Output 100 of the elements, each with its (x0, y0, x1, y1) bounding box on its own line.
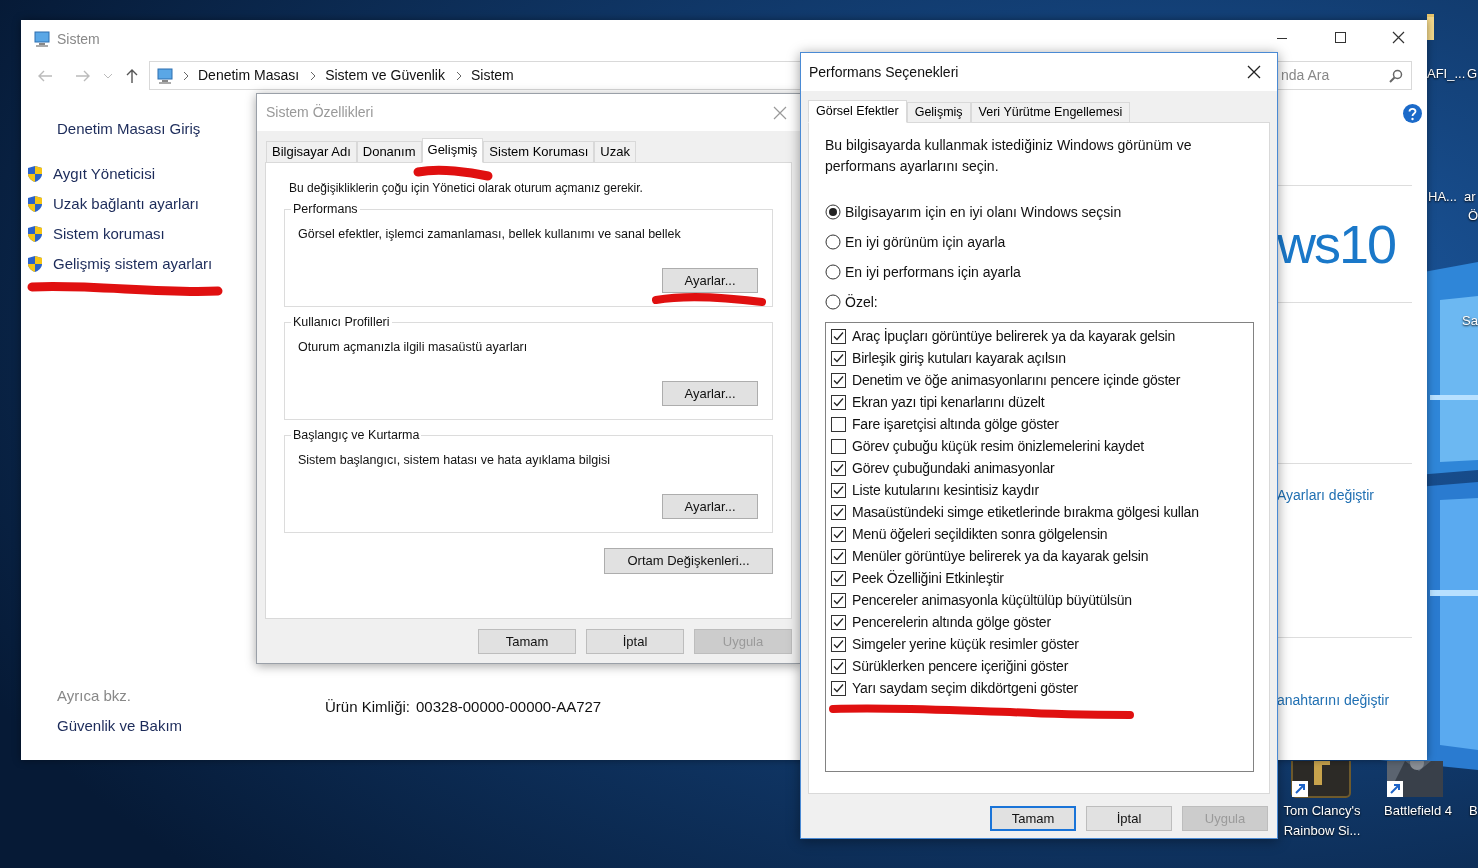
checkbox[interactable] (831, 416, 846, 432)
desktop-icon-label[interactable]: Tom Clancy's Rainbow Si... (1278, 801, 1366, 841)
logo-text: ws10 (1277, 214, 1396, 274)
checkbox-label: Görev çubuğundaki animasyonlar (852, 458, 1055, 478)
checkbox-label: Görev çubuğu küçük resim önizlemelerini kaydet (852, 436, 1144, 456)
checkbox[interactable] (831, 394, 846, 410)
note-text: Bu değişikliklerin çoğu için Yönetici olarak oturum açmanız gerekir. (289, 180, 643, 196)
tab[interactable]: Gelişmiş (421, 138, 484, 163)
close-icon[interactable] (1247, 65, 1261, 79)
sidebar-link[interactable]: Sistem koruması (53, 222, 165, 246)
settings-link[interactable]: Ayarları değiştir (1277, 485, 1374, 505)
chevron-right-icon (309, 70, 318, 81)
settings-button[interactable]: Ayarlar... (662, 494, 758, 519)
dialog-button[interactable]: Tamam (478, 629, 576, 654)
radio-label: Özel: (845, 292, 878, 312)
radio-button[interactable] (825, 294, 841, 310)
radio-button[interactable] (825, 234, 841, 250)
intro-text: Bu bilgisayarda kullanmak istediğiniz Windows görünüm ve performans ayarlarını seçin. (825, 136, 1193, 176)
checkbox[interactable] (831, 372, 846, 388)
checkbox[interactable] (831, 570, 846, 586)
tab[interactable]: Uzak (594, 141, 636, 162)
checkbox[interactable] (831, 548, 846, 564)
checkbox-label: Simgeler yerine küçük resimler göster (852, 634, 1079, 654)
settings-button[interactable]: Ayarlar... (662, 268, 758, 293)
desktop-icon-label[interactable]: ar (1464, 187, 1476, 207)
product-key-link[interactable]: anahtarını değiştir (1277, 692, 1390, 708)
breadcrumb-item[interactable]: Denetim Masası (198, 65, 300, 86)
description-text: Oturum açmanızla ilgili masaüstü ayarları (298, 339, 528, 355)
checkbox-label: Liste kutularını kesintisiz kaydır (852, 480, 1039, 500)
desktop-icon-label[interactable]: Battlefield 4 (1373, 801, 1463, 821)
settings-button[interactable]: Ayarlar... (662, 381, 758, 406)
checkbox[interactable] (831, 680, 846, 696)
computer-icon (156, 66, 174, 85)
description-text: Sistem başlangıcı, sistem hatası ve hata ayıklama bilgisi (298, 452, 610, 468)
checkbox[interactable] (831, 504, 846, 520)
sidebar-link[interactable]: Uzak bağlantı ayarları (53, 192, 199, 216)
shield-icon (27, 255, 43, 273)
checkbox-label: Fare işaretçisi altında gölge göster (852, 414, 1059, 434)
checkbox-label: Masaüstündeki simge etiketlerinde bırakma gölgesi kullan (852, 502, 1199, 522)
checkbox[interactable] (831, 592, 846, 608)
checkbox[interactable] (831, 460, 846, 476)
shield-icon (27, 165, 43, 183)
checkbox-label: Ekran yazı tipi kenarlarını düzelt (852, 392, 1045, 412)
checkbox-label: Menüler görüntüye belirerek ya da kayarak gelsin (852, 546, 1149, 566)
desktop-icon-label[interactable]: AFI_... (1427, 64, 1466, 84)
search-icon (1389, 68, 1403, 83)
game-shortcut-icon[interactable] (1290, 761, 1352, 799)
checkbox-label: Pencereler animasyonla küçültülüp büyütülsün (852, 590, 1132, 610)
desktop-icon-label[interactable]: B (1469, 801, 1478, 821)
radio-label: En iyi performans için ayarla (845, 262, 1021, 282)
help-icon[interactable] (1403, 103, 1422, 123)
checkbox[interactable] (831, 658, 846, 674)
checkbox[interactable] (831, 636, 846, 652)
sidebar-link[interactable]: Denetim Masası Giriş (57, 119, 201, 139)
radio-button[interactable] (825, 264, 841, 280)
checkbox-label: Menü öğeleri seçildikten sonra gölgelensin (852, 524, 1108, 544)
checkbox-label: Yarı saydam seçim dikdörtgeni göster (852, 678, 1078, 698)
dialog-title: Performans Seçenekleri (809, 62, 959, 82)
computer-icon (33, 30, 51, 48)
window-title: Sistem (57, 29, 100, 49)
sidebar-link[interactable]: Güvenlik ve Bakım (57, 716, 183, 736)
chevron-right-icon (182, 70, 190, 81)
breadcrumb-item[interactable]: Sistem (471, 65, 514, 86)
checkbox[interactable] (831, 350, 846, 366)
desktop-icon-label[interactable]: G (1467, 64, 1478, 84)
chevron-right-icon (455, 70, 463, 81)
search-field[interactable]: nda Ara (1277, 61, 1412, 90)
checkbox[interactable] (831, 328, 846, 344)
checkbox-label: Peek Özelliğini Etkinleştir (852, 568, 1004, 588)
environment-variables-button[interactable]: Ortam Değişkenleri... (604, 548, 773, 574)
checkbox[interactable] (831, 438, 846, 454)
sidebar-link[interactable]: Gelişmiş sistem ayarları (53, 252, 213, 276)
sidebar-link[interactable]: Aygıt Yöneticisi (53, 162, 155, 186)
radio-label: Bilgisayarım için en iyi olanı Windows seçsin (845, 202, 1122, 222)
tab[interactable]: Görsel Efektler (808, 100, 907, 123)
tab[interactable]: Donanım (356, 141, 422, 162)
checkbox[interactable] (831, 526, 846, 542)
field-value: 00328-00000-00000-AA727 (416, 696, 602, 717)
radio-button[interactable] (825, 204, 841, 220)
dialog-button[interactable]: İptal (1086, 806, 1172, 831)
shield-icon (27, 195, 43, 213)
tab[interactable]: Veri Yürütme Engellemesi (970, 102, 1131, 122)
tab[interactable]: Sistem Koruması (483, 141, 595, 162)
field-label: Ürün Kimliği: (325, 696, 411, 717)
dialog-title: Sistem Özellikleri (266, 103, 374, 122)
dialog-button[interactable]: İptal (586, 629, 684, 654)
game-shortcut-icon[interactable] (1385, 761, 1445, 799)
tab[interactable]: Gelişmiş (906, 102, 971, 122)
desktop-icon-label[interactable]: HA... (1428, 187, 1457, 207)
breadcrumb-item[interactable]: Sistem ve Güvenlik (325, 65, 445, 86)
radio-label: En iyi görünüm için ayarla (845, 232, 1006, 252)
section-heading: Ayrıca bkz. (57, 686, 131, 706)
dialog-button[interactable]: Tamam (990, 806, 1076, 831)
desktop-icon-label[interactable]: Ö (1468, 206, 1478, 226)
checkbox[interactable] (831, 614, 846, 630)
checkbox-label: Birleşik giriş kutuları kayarak açılsın (852, 348, 1066, 368)
checkbox[interactable] (831, 482, 846, 498)
tab[interactable]: Bilgisayar Adı (266, 141, 357, 162)
checkbox-label: Denetim ve öğe animasyonlarını pencere içinde göster (852, 370, 1181, 390)
up-arrow-icon[interactable] (125, 67, 139, 84)
